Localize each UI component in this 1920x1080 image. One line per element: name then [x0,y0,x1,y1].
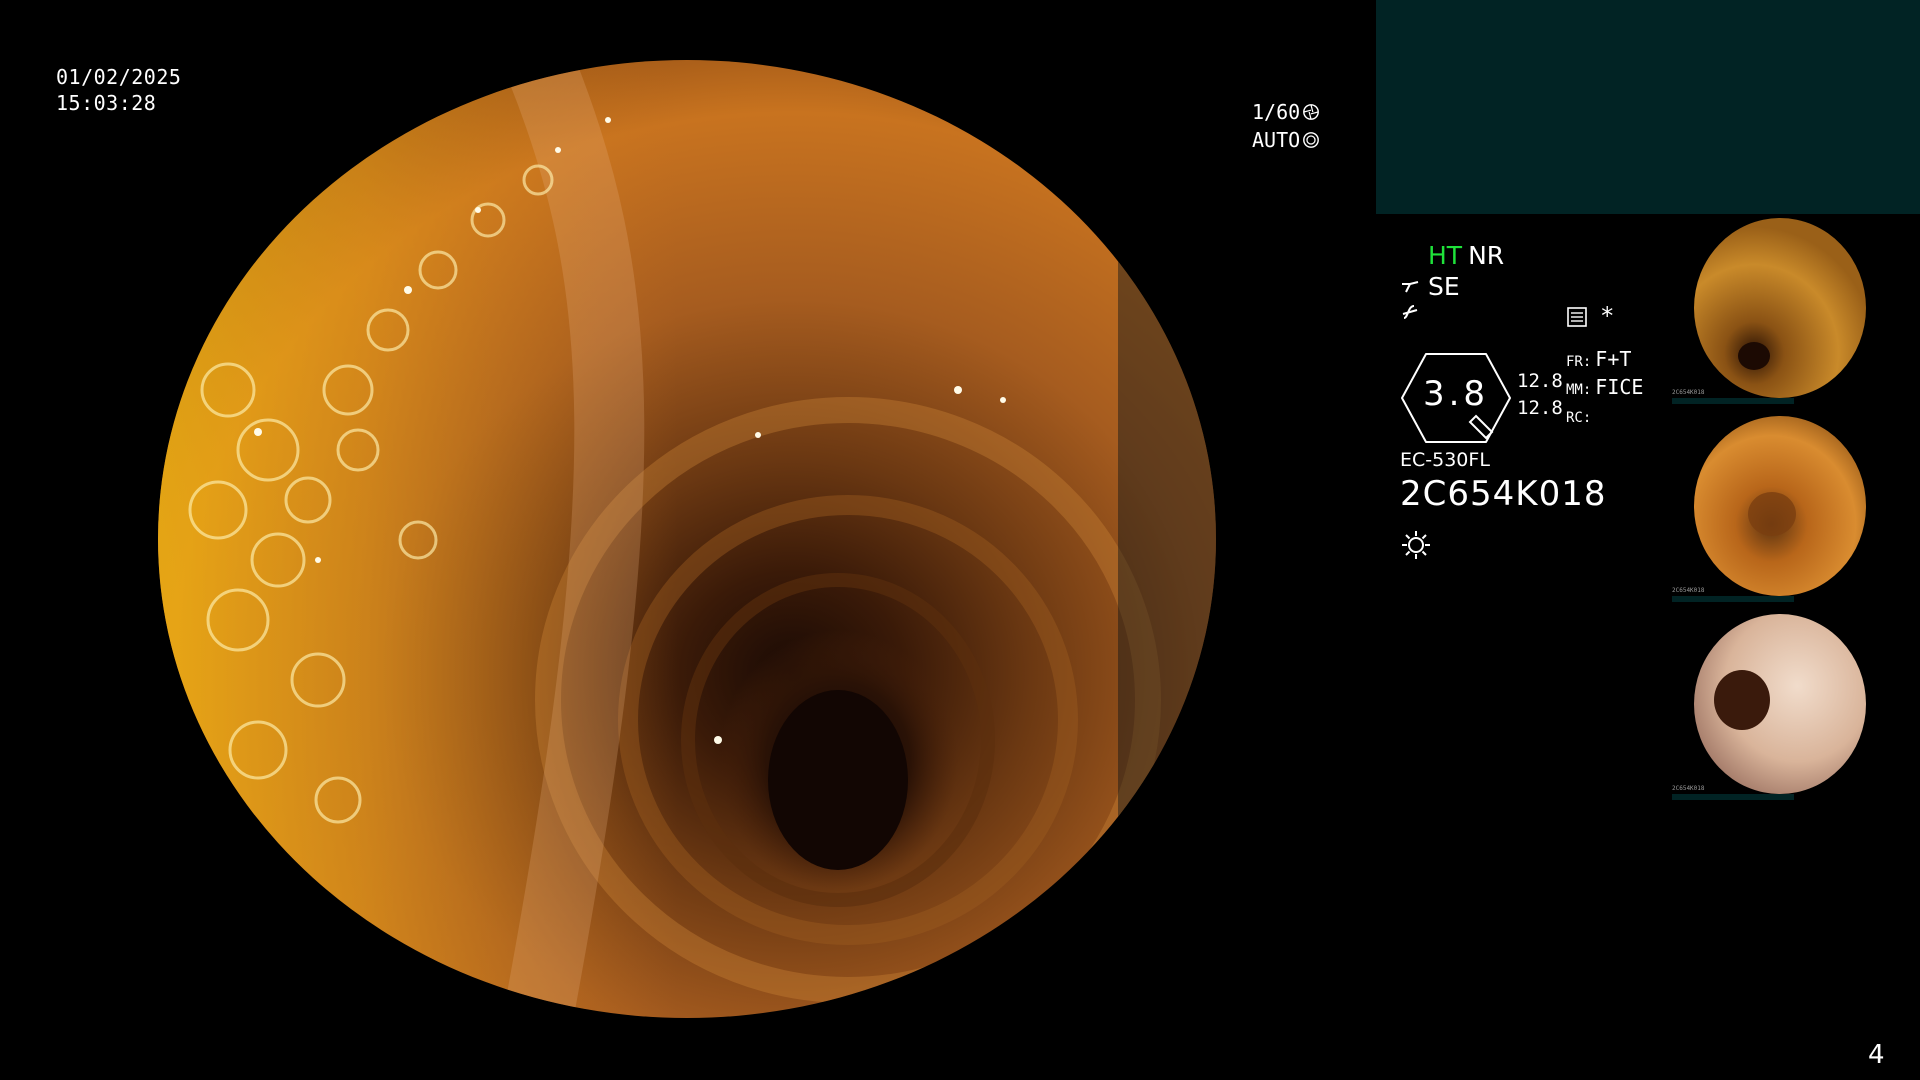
endoscope-image [158,60,1216,1018]
param-1: 12.8 [1517,370,1563,392]
info-panel-header [1376,0,1920,214]
zoom-value: 3.8 [1422,374,1490,414]
mode-settings: FR: F+T MM: FICE RC: [1566,347,1643,431]
thumbnail-image [1694,218,1866,398]
fr-value: F+T [1595,347,1632,371]
thumbnail-image [1694,416,1866,596]
thumbnail-3[interactable]: 2C654K018 [1670,612,1920,810]
nr-indicator: NR [1468,241,1505,270]
thumbnail-1[interactable]: 2C654K018 [1670,216,1920,414]
marker-symbol: * [1600,302,1615,330]
param-2: 12.8 [1517,397,1563,419]
scope-model: EC-530FL [1400,449,1490,471]
thumbnail-serial: 2C654K018 [1672,785,1705,792]
thumbnail-bar [1672,398,1794,404]
thumbnail-bar [1672,596,1794,602]
status-indicators: HT NR SE [1400,240,1504,324]
scope-serial: 2C654K018 [1400,474,1607,514]
ht-indicator: HT [1428,241,1463,270]
iris-icon [1303,132,1320,148]
thumbnail-bar [1672,794,1794,800]
page-number: 4 [1868,1040,1885,1070]
thumbnail-serial: 2C654K018 [1672,389,1705,396]
gauge-params: 12.8 12.8 [1517,368,1563,422]
enhancement-icon [1402,280,1419,292]
exposure-overlay: 1/60 AUTO [1252,98,1320,154]
thumbnail-serial: 2C654K018 [1672,587,1705,594]
aperture-icon [1303,104,1320,120]
se-indicator: SE [1428,272,1460,301]
rc-label: RC: [1566,410,1592,426]
fr-label: FR: [1566,354,1592,370]
light-source-icon [1402,531,1430,559]
endoscope-live-view [158,60,1216,1018]
captured-images-list: 2C654K018 2C654K018 2C654K018 [1670,216,1920,810]
endoscopy-monitor: 01/02/2025 15:03:28 1/60 AUTO HT NR SE *… [0,0,1920,1080]
thumbnail-image [1694,614,1866,794]
mm-value: FICE [1595,375,1644,399]
iris-text: AUTO [1252,128,1301,152]
memo-icon [1567,307,1587,327]
mm-label: MM: [1566,382,1592,398]
shutter-text: 1/60 [1252,100,1301,124]
function-icon [1402,305,1418,319]
thumbnail-2[interactable]: 2C654K018 [1670,414,1920,612]
